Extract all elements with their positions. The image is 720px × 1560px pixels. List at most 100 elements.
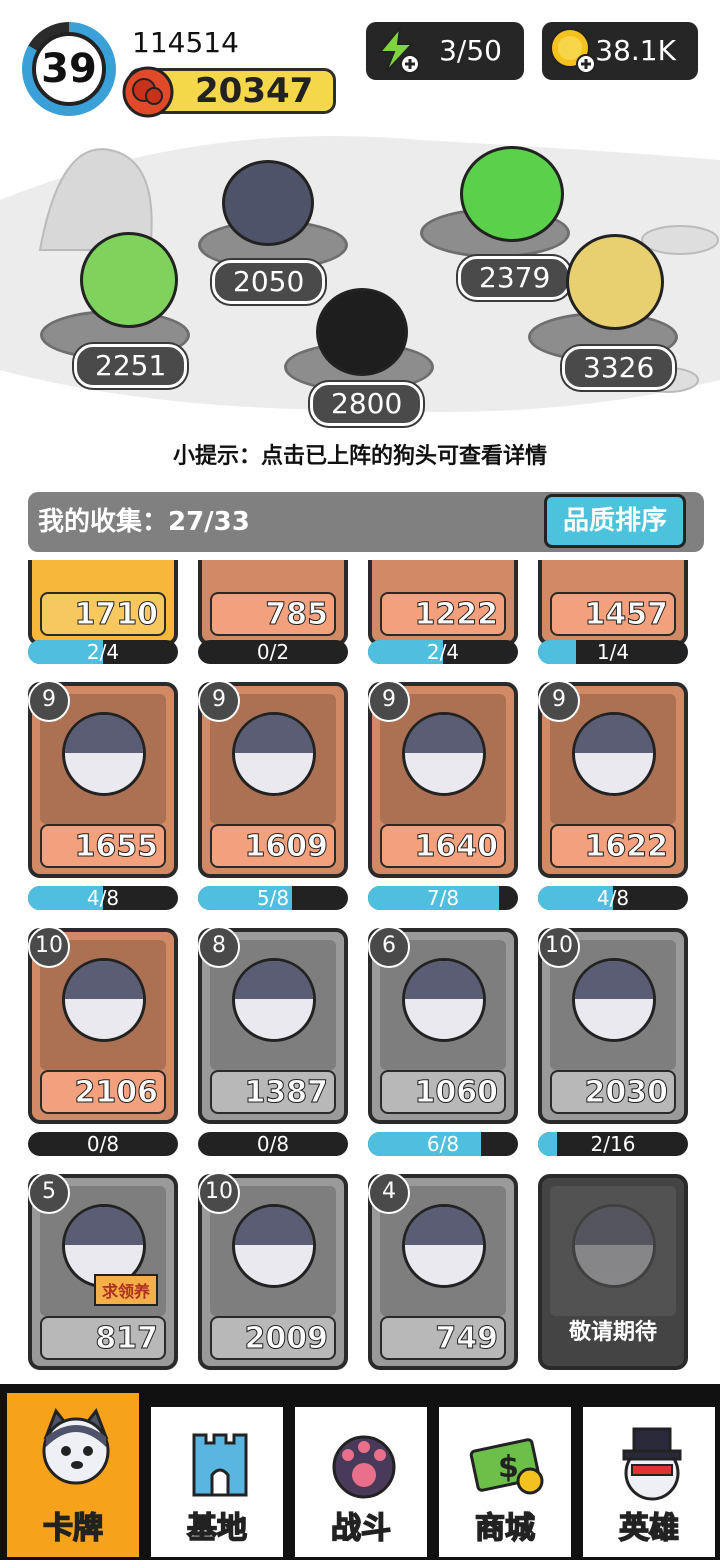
- card-power: 1640: [380, 824, 506, 868]
- tab-label: 卡牌: [42, 1510, 104, 1547]
- card-progress-text: 0/8: [256, 1132, 290, 1156]
- arena-score: 2800: [310, 382, 424, 426]
- hero-card[interactable]: 1222: [368, 560, 518, 646]
- card-progress-text: 0/2: [256, 640, 290, 664]
- card-power: 1060: [380, 1070, 506, 1114]
- arena-score: 2251: [74, 344, 188, 388]
- card-power: 2009: [210, 1316, 336, 1360]
- card-progress: 0/2: [198, 640, 348, 664]
- collection-bar: 我的收集：27/33 品质排序: [28, 492, 704, 552]
- quality-sort-button[interactable]: 品质排序: [544, 494, 686, 548]
- hero-card[interactable]: 785: [198, 560, 348, 646]
- dog-face-crying: [62, 712, 146, 796]
- dog-face-soldier: [402, 712, 486, 796]
- card-level-badge: 10: [538, 926, 580, 968]
- card-progress-text: 1/4: [596, 640, 630, 664]
- card-level-badge: 9: [28, 680, 70, 722]
- card-level-badge: 9: [368, 680, 410, 722]
- dog-face-pacifier: [62, 958, 146, 1042]
- card-progress: 4/8: [28, 886, 178, 910]
- locked-card[interactable]: 敬请期待: [538, 1174, 688, 1370]
- card-power: 817: [40, 1316, 166, 1360]
- card-power: 785: [210, 592, 336, 636]
- card-progress: 6/8: [368, 1132, 518, 1156]
- coin-plus-icon: [550, 28, 596, 74]
- crown-dog-silhouette: [572, 1204, 656, 1288]
- dog-face-heart-eyes: [572, 712, 656, 796]
- tab-label: 商城: [474, 1510, 536, 1547]
- card-progress-fill: [368, 1132, 481, 1156]
- dog-head-cabbage[interactable]: [460, 146, 564, 242]
- card-power: 1622: [550, 824, 676, 868]
- card-progress: 0/8: [28, 1132, 178, 1156]
- tab-label: 基地: [186, 1510, 248, 1547]
- energy-box[interactable]: 3/50: [366, 22, 524, 80]
- tab-battle[interactable]: 战斗: [292, 1404, 430, 1560]
- card-progress-fill: [538, 1132, 557, 1156]
- top-hat-dog-icon: [622, 1427, 682, 1501]
- boxing-glove-icon: [122, 66, 174, 118]
- tab-shop[interactable]: $ 商城: [436, 1404, 574, 1560]
- tab-cards[interactable]: 卡牌: [4, 1390, 142, 1560]
- card-progress: 0/8: [198, 1132, 348, 1156]
- tab-base[interactable]: 基地: [148, 1404, 286, 1560]
- card-progress: 5/8: [198, 886, 348, 910]
- card-progress: 7/8: [368, 886, 518, 910]
- card-grid: 1710 785 1222 1457 2/4 0/2 2/4 1/4 1655 …: [0, 560, 720, 1384]
- card-progress-text: 5/8: [256, 886, 290, 910]
- card-progress-text: 2/16: [590, 1132, 636, 1156]
- card-level-badge: 8: [198, 926, 240, 968]
- card-level-badge: 9: [538, 680, 580, 722]
- energy-value: 3/50: [439, 34, 502, 67]
- card-level-badge: 5: [28, 1172, 70, 1214]
- card-progress: 2/16: [538, 1132, 688, 1156]
- adopt-sign: 求领养: [94, 1274, 159, 1306]
- dog-face-maid: [402, 958, 486, 1042]
- dog-head-bomb[interactable]: [316, 288, 408, 376]
- card-progress: 1/4: [538, 640, 688, 664]
- card-power: 2030: [550, 1070, 676, 1114]
- hero-card[interactable]: 1710: [28, 560, 178, 646]
- arena-score: 3326: [562, 346, 676, 390]
- level-ring[interactable]: 39: [22, 22, 116, 116]
- card-power: 1609: [210, 824, 336, 868]
- dog-face-angry: [232, 1204, 316, 1288]
- lightning-plus-icon: [377, 26, 420, 74]
- total-power-value: 20347: [195, 71, 314, 111]
- bottom-nav: 卡牌 基地 战斗 $ 商城 英雄: [0, 1384, 720, 1560]
- card-progress-text: 0/8: [86, 1132, 120, 1156]
- card-progress: 2/4: [28, 640, 178, 664]
- card-power: 749: [380, 1316, 506, 1360]
- card-power: 1387: [210, 1070, 336, 1114]
- dog-head-dino[interactable]: [80, 232, 178, 328]
- card-progress-fill: [538, 640, 576, 664]
- card-power: 2106: [40, 1070, 166, 1114]
- dog-head-icon: [42, 1407, 110, 1485]
- card-progress: 2/4: [368, 640, 518, 664]
- card-progress-text: 2/4: [426, 640, 460, 664]
- dog-head-opera[interactable]: [566, 234, 664, 330]
- coin-box[interactable]: 38.1K: [542, 22, 698, 80]
- paw-icon: [332, 1435, 396, 1499]
- dog-face-silly: [232, 712, 316, 796]
- tab-heroes[interactable]: 英雄: [580, 1404, 718, 1560]
- battle-arena: 2050 2379 2251 2800 3326: [0, 120, 720, 430]
- card-progress-text: 4/8: [86, 886, 120, 910]
- card-progress: 4/8: [538, 886, 688, 910]
- svg-text:$: $: [498, 1450, 519, 1485]
- dog-face-wizard: [402, 1204, 486, 1288]
- dog-head-laptop[interactable]: [222, 160, 314, 246]
- collection-title: 我的收集：27/33: [38, 507, 250, 537]
- hero-card[interactable]: 1457: [538, 560, 688, 646]
- money-icon: $: [469, 1438, 544, 1495]
- tab-label: 英雄: [618, 1510, 680, 1547]
- dog-face-glowing-eyes: [572, 958, 656, 1042]
- card-level-badge: 9: [198, 680, 240, 722]
- coming-soon-label: 敬请期待: [568, 1320, 657, 1345]
- card-progress-text: 6/8: [426, 1132, 460, 1156]
- dog-face-plain: [232, 958, 316, 1042]
- hint-text: 小提示：点击已上阵的狗头可查看详情: [172, 444, 547, 469]
- card-power: 1655: [40, 824, 166, 868]
- coin-value: 38.1K: [595, 34, 676, 67]
- card-level-badge: 10: [198, 1172, 240, 1214]
